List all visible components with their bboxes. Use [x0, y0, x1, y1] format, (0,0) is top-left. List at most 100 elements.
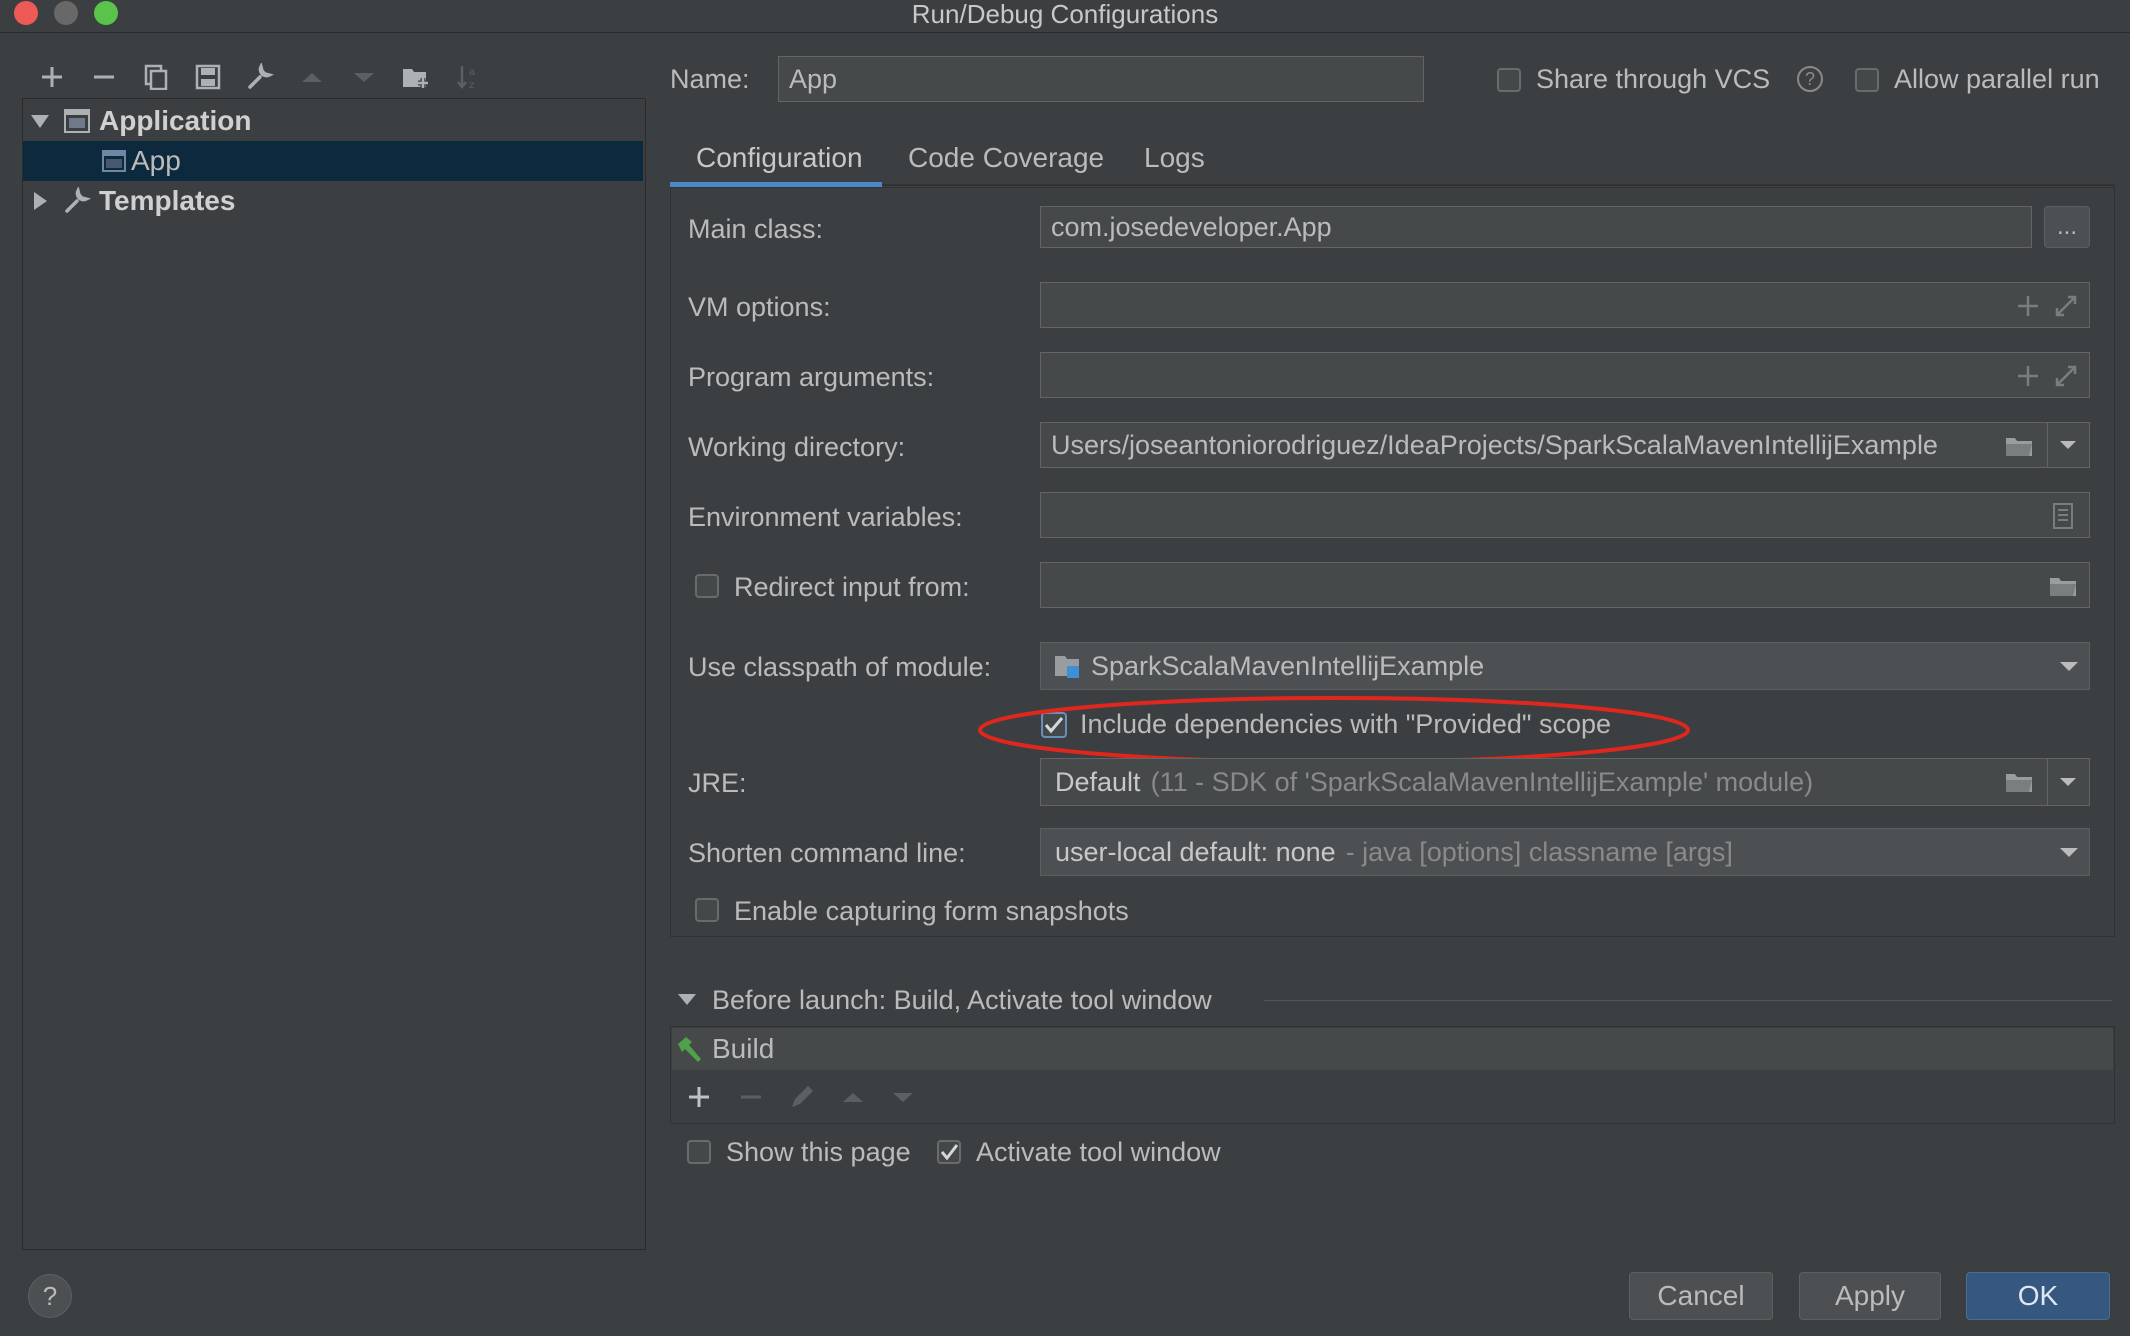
- before-launch-toolbar: [672, 1072, 2113, 1122]
- main-class-input[interactable]: com.josedeveloper.App: [1040, 206, 2032, 248]
- minus-icon[interactable]: [738, 1084, 764, 1110]
- working-dir-input[interactable]: Users/joseantoniorodriguez/IdeaProjects/…: [1040, 422, 2048, 468]
- jre-input[interactable]: Default (11 - SDK of 'SparkScalaMavenInt…: [1040, 758, 2048, 806]
- remove-configuration-button[interactable]: [78, 56, 130, 98]
- wrench-icon: [65, 187, 91, 213]
- arrow-down-icon[interactable]: [890, 1084, 916, 1110]
- tab-logs[interactable]: Logs: [1144, 142, 1205, 174]
- copy-configuration-button[interactable]: [130, 56, 182, 98]
- arrow-up-icon[interactable]: [840, 1084, 866, 1110]
- help-button[interactable]: ?: [28, 1274, 72, 1318]
- folder-icon[interactable]: [2004, 770, 2034, 794]
- classpath-select[interactable]: SparkScalaMavenIntellijExample: [1040, 642, 2090, 690]
- before-launch-item-label: Build: [712, 1033, 775, 1064]
- activate-window-label: Activate tool window: [976, 1137, 1221, 1167]
- sort-button[interactable]: az: [442, 56, 494, 98]
- vm-options-input[interactable]: [1040, 282, 2090, 328]
- working-dir-dropdown[interactable]: [2048, 422, 2090, 468]
- folder-icon[interactable]: [2048, 574, 2078, 598]
- shorten-label: Shorten command line:: [688, 838, 966, 868]
- svg-text:z: z: [469, 80, 474, 91]
- before-launch-header: Before launch: Build, Activate tool wind…: [712, 985, 1212, 1015]
- new-folder-button[interactable]: [390, 56, 442, 98]
- name-input[interactable]: App: [778, 56, 1424, 102]
- redirect-input-input[interactable]: [1040, 562, 2090, 608]
- shorten-detail: - java [options] classname [args]: [1345, 836, 1733, 867]
- tree-item-application[interactable]: Application: [23, 101, 643, 141]
- shorten-select[interactable]: user-local default: none - java [options…: [1040, 828, 2090, 876]
- vm-options-label: VM options:: [688, 292, 831, 322]
- chevron-down-icon: [2060, 662, 2078, 671]
- plus-icon[interactable]: [2016, 364, 2040, 388]
- document-icon[interactable]: [2052, 502, 2074, 530]
- env-vars-input[interactable]: [1040, 492, 2090, 538]
- enable-snapshots-label: Enable capturing form snapshots: [734, 896, 1129, 926]
- chevron-down-icon: [2060, 848, 2078, 857]
- browse-main-class-button[interactable]: ...: [2044, 206, 2090, 248]
- expand-arrow-icon: [31, 115, 49, 128]
- ok-button[interactable]: OK: [1966, 1272, 2110, 1320]
- folder-icon[interactable]: [2004, 434, 2034, 458]
- save-icon: [195, 64, 221, 90]
- tree-item-label: Application: [99, 105, 252, 136]
- pencil-icon[interactable]: [788, 1083, 816, 1111]
- tab-configuration[interactable]: Configuration: [696, 142, 863, 174]
- share-vcs-checkbox[interactable]: [1497, 68, 1521, 92]
- chevron-down-icon: [2060, 778, 2076, 786]
- svg-text:a: a: [469, 67, 475, 78]
- tab-code-coverage[interactable]: Code Coverage: [908, 142, 1104, 174]
- redirect-input-label: Redirect input from:: [734, 572, 970, 602]
- move-down-button[interactable]: [338, 56, 390, 98]
- allow-parallel-label: Allow parallel run: [1894, 64, 2100, 94]
- edit-defaults-button[interactable]: [234, 56, 286, 98]
- plus-icon[interactable]: [2016, 294, 2040, 318]
- section-divider: [1264, 1000, 2112, 1001]
- working-dir-value: Users/joseantoniorodriguez/IdeaProjects/…: [1051, 429, 1938, 460]
- add-configuration-button[interactable]: [26, 56, 78, 98]
- help-icon[interactable]: ?: [1797, 66, 1823, 92]
- jre-value: Default: [1055, 766, 1141, 797]
- expand-icon[interactable]: [2054, 294, 2078, 318]
- hammer-icon: [678, 1037, 701, 1062]
- allow-parallel-checkbox[interactable]: [1855, 68, 1879, 92]
- application-icon: [64, 109, 90, 133]
- redirect-input-checkbox[interactable]: [695, 574, 719, 598]
- jre-detail: (11 - SDK of 'SparkScalaMavenIntellijExa…: [1150, 766, 1814, 797]
- window-title: Run/Debug Configurations: [911, 0, 1219, 29]
- show-page-checkbox[interactable]: [687, 1140, 711, 1164]
- enable-snapshots-checkbox[interactable]: [695, 898, 719, 922]
- activate-window-checkbox[interactable]: [937, 1140, 961, 1164]
- move-up-button[interactable]: [286, 56, 338, 98]
- new-folder-icon: [403, 69, 428, 88]
- main-class-label: Main class:: [688, 214, 824, 244]
- classpath-label: Use classpath of module:: [688, 652, 992, 682]
- configurations-tree: Application App Templates: [22, 98, 646, 1250]
- sort-icon: az: [457, 66, 475, 91]
- show-page-label: Show this page: [726, 1137, 911, 1167]
- tree-item-label: Templates: [99, 185, 236, 216]
- highlight-ellipse: [978, 696, 1690, 764]
- configurations-toolbar: az: [26, 56, 494, 98]
- tree-item-app[interactable]: App: [23, 141, 643, 181]
- expand-icon[interactable]: [2054, 364, 2078, 388]
- expand-arrow-icon[interactable]: [676, 990, 698, 1010]
- plus-icon[interactable]: [686, 1084, 712, 1110]
- tabs-divider: [670, 184, 2115, 186]
- wrench-icon: [248, 63, 274, 89]
- program-args-label: Program arguments:: [688, 362, 935, 392]
- checkmark-icon: [940, 1144, 959, 1161]
- name-label: Name:: [670, 64, 750, 94]
- share-vcs-label: Share through VCS: [1536, 64, 1771, 94]
- working-dir-label: Working directory:: [688, 432, 906, 462]
- before-launch-item-build[interactable]: Build: [672, 1028, 2113, 1070]
- classpath-value: SparkScalaMavenIntellijExample: [1091, 650, 1485, 681]
- collapsed-arrow-icon: [34, 192, 47, 210]
- apply-button[interactable]: Apply: [1799, 1272, 1941, 1320]
- name-value: App: [789, 63, 838, 94]
- program-args-input[interactable]: [1040, 352, 2090, 398]
- title-bar: Run/Debug Configurations: [0, 0, 2130, 33]
- tree-item-templates[interactable]: Templates: [23, 181, 643, 221]
- cancel-button[interactable]: Cancel: [1629, 1272, 1773, 1320]
- jre-dropdown[interactable]: [2048, 758, 2090, 806]
- save-configuration-button[interactable]: [182, 56, 234, 98]
